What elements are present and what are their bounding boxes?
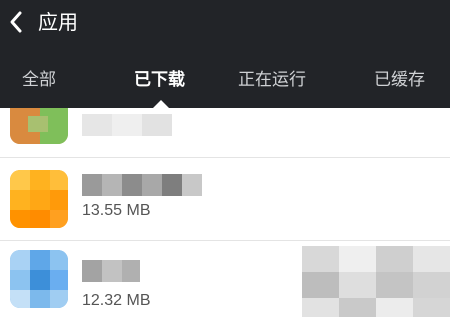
header-bar: 应用 全部 已下载 正在运行 已缓存 [0,0,450,108]
app-icon [10,250,68,308]
page-title: 应用 [38,10,78,34]
tab-cached[interactable]: 已缓存 [374,58,425,102]
active-tab-indicator [153,100,169,108]
list-item[interactable] [0,108,450,158]
tab-running[interactable]: 正在运行 [238,58,306,102]
tab-all[interactable]: 全部 [22,58,56,102]
tab-bar: 全部 已下载 正在运行 已缓存 [0,58,450,106]
app-name-redacted [82,174,202,196]
list-item[interactable]: 13.55 MB [0,158,450,241]
redacted-area [302,246,450,317]
tab-downloaded[interactable]: 已下载 [134,58,185,102]
list-item[interactable]: 12.32 MB [0,242,450,317]
app-manager-screen: 应用 全部 已下载 正在运行 已缓存 13.55 MB 12.32 MB [0,0,450,317]
back-button[interactable] [2,2,32,42]
app-icon [10,170,68,228]
app-size: 12.32 MB [82,292,151,309]
app-name-redacted [82,114,172,136]
app-size: 13.55 MB [82,202,151,219]
row-divider [0,240,450,241]
chevron-left-icon [10,11,22,33]
app-name-redacted [82,260,140,282]
app-list[interactable]: 13.55 MB 12.32 MB [0,108,450,317]
app-icon [10,108,68,144]
